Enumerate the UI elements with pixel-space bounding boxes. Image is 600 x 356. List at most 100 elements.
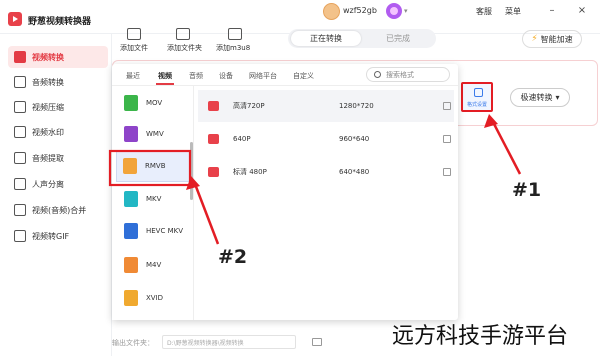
compress-icon	[14, 101, 26, 113]
sidebar: 视频转换 音频转换 视频压缩 视频水印 音频提取 人声分离 视频(音频)合并 视…	[0, 34, 112, 356]
format-settings-button[interactable]: 格式设置	[461, 82, 493, 112]
resolution-name: 高清720P	[233, 102, 265, 110]
sidebar-item-label: 视频(音频)合并	[32, 205, 87, 215]
resolution-row[interactable]: 标清 480P 640*480	[198, 156, 454, 188]
sidebar-item-label: 视频压缩	[32, 102, 64, 112]
chevron-down-icon[interactable]: ▾	[404, 7, 408, 15]
format-list-scrollbar[interactable]	[190, 142, 193, 200]
resolution-row[interactable]: 高清720P 1280*720	[198, 90, 454, 122]
add-file-icon	[127, 28, 141, 40]
watermark: 远方科技手游平台	[392, 324, 569, 349]
format-item-m4v[interactable]: M4V	[118, 250, 190, 280]
lightning-icon: ⚡	[531, 34, 538, 44]
format-item-mov[interactable]: MOV	[118, 88, 190, 118]
convert-mode-label: 极速转换	[520, 93, 553, 102]
merge-icon	[14, 204, 26, 216]
edit-icon[interactable]	[443, 168, 451, 176]
avatar[interactable]	[323, 3, 340, 20]
tab-converting[interactable]: 正在转换	[291, 31, 361, 46]
vocal-icon	[14, 178, 26, 190]
resolution-dims: 640*480	[339, 168, 370, 176]
smart-accelerate-label: 智能加速	[540, 34, 573, 44]
status-tabs: 正在转换 已完成	[288, 29, 436, 48]
add-folder-button[interactable]: 添加文件夹	[167, 43, 202, 53]
format-label: MKV	[146, 195, 162, 203]
output-folder-path[interactable]: D:\野葱视频转换器\视频转换	[162, 335, 296, 349]
video-convert-icon	[14, 51, 26, 63]
sidebar-item-video-convert[interactable]: 视频转换	[8, 46, 108, 68]
tab-custom[interactable]: 自定义	[293, 71, 314, 81]
support-link[interactable]: 客服	[476, 6, 492, 17]
resolution-name: 640P	[233, 135, 251, 143]
video-file-icon	[208, 101, 219, 111]
close-button[interactable]: ×	[576, 4, 588, 16]
sidebar-item-video-to-gif[interactable]: 视频转GIF	[8, 225, 108, 247]
format-item-mkv[interactable]: MKV	[118, 184, 190, 214]
tab-completed[interactable]: 已完成	[364, 31, 432, 46]
convert-mode-dropdown[interactable]: 极速转换 ▾	[510, 88, 570, 107]
gif-icon	[14, 230, 26, 242]
tab-web-platform[interactable]: 网络平台	[249, 71, 277, 81]
sidebar-item-video-compress[interactable]: 视频压缩	[8, 96, 108, 118]
mov-icon	[124, 95, 138, 111]
format-label: HEVC MKV	[146, 227, 184, 235]
vip-badge-icon[interactable]	[386, 3, 402, 19]
annotation-label-1: #1	[512, 179, 542, 201]
search-icon	[374, 71, 381, 78]
folder-icon[interactable]	[312, 338, 322, 346]
sidebar-item-watermark[interactable]: 视频水印	[8, 121, 108, 143]
smart-accelerate-button[interactable]: ⚡ 智能加速	[522, 30, 582, 48]
sidebar-item-label: 音频提取	[32, 153, 64, 163]
format-search-input[interactable]: 搜索格式	[366, 67, 450, 82]
format-item-xvid[interactable]: XVID	[118, 283, 190, 313]
menu-link[interactable]: 菜单	[505, 6, 521, 17]
username[interactable]: wzf52gb	[343, 6, 377, 15]
resolution-name: 标清 480P	[233, 168, 267, 176]
rmvb-icon	[123, 158, 137, 174]
tab-video[interactable]: 视频	[158, 71, 172, 81]
sidebar-item-label: 视频水印	[32, 127, 64, 137]
active-tab-indicator	[156, 83, 174, 85]
add-m3u8-button[interactable]: 添加m3u8	[216, 43, 250, 53]
search-placeholder: 搜索格式	[386, 70, 414, 79]
sidebar-item-merge[interactable]: 视频(音频)合并	[8, 199, 108, 221]
watermark-icon	[14, 126, 26, 138]
format-list: MOV WMV RMVB MKV HEVC MKV M4V XVID	[112, 86, 194, 320]
format-item-wmv[interactable]: WMV	[118, 119, 190, 149]
sidebar-item-label: 视频转换	[32, 52, 64, 62]
resolution-dims: 960*640	[339, 135, 370, 143]
tab-audio[interactable]: 音频	[189, 71, 203, 81]
sidebar-item-label: 人声分离	[32, 179, 64, 189]
hevc-mkv-icon	[124, 223, 138, 239]
edit-icon[interactable]	[443, 102, 451, 110]
add-file-button[interactable]: 添加文件	[120, 43, 148, 53]
resolution-row[interactable]: 640P 960*640	[198, 123, 454, 155]
format-label: XVID	[146, 294, 164, 302]
format-settings-label: 格式设置	[466, 102, 487, 108]
edit-icon[interactable]	[443, 135, 451, 143]
format-item-rmvb[interactable]: RMVB	[116, 150, 191, 182]
tab-device[interactable]: 设备	[219, 71, 233, 81]
app-title: 野葱视频转换器	[28, 17, 92, 27]
sidebar-item-audio-convert[interactable]: 音频转换	[8, 71, 108, 93]
video-file-icon	[208, 134, 219, 144]
minimize-button[interactable]: –	[546, 4, 558, 16]
tab-recent[interactable]: 最近	[126, 71, 140, 81]
format-label: MOV	[146, 99, 163, 107]
audio-convert-icon	[14, 76, 26, 88]
audio-extract-icon	[14, 152, 26, 164]
sidebar-item-label: 音频转换	[32, 77, 64, 87]
video-file-icon	[208, 167, 219, 177]
mkv-icon	[124, 191, 138, 207]
annotation-arrow-1	[491, 121, 522, 175]
sidebar-item-vocal-separation[interactable]: 人声分离	[8, 173, 108, 195]
app-logo-icon	[8, 12, 22, 26]
format-label: M4V	[146, 261, 162, 269]
format-label: RMVB	[145, 162, 166, 170]
xvid-icon	[124, 290, 138, 306]
sidebar-item-label: 视频转GIF	[32, 231, 70, 241]
sidebar-item-audio-extract[interactable]: 音频提取	[8, 147, 108, 169]
format-item-hevc-mkv[interactable]: HEVC MKV	[118, 216, 190, 246]
resolution-dims: 1280*720	[339, 102, 374, 110]
annotation-label-2: #2	[218, 246, 248, 268]
